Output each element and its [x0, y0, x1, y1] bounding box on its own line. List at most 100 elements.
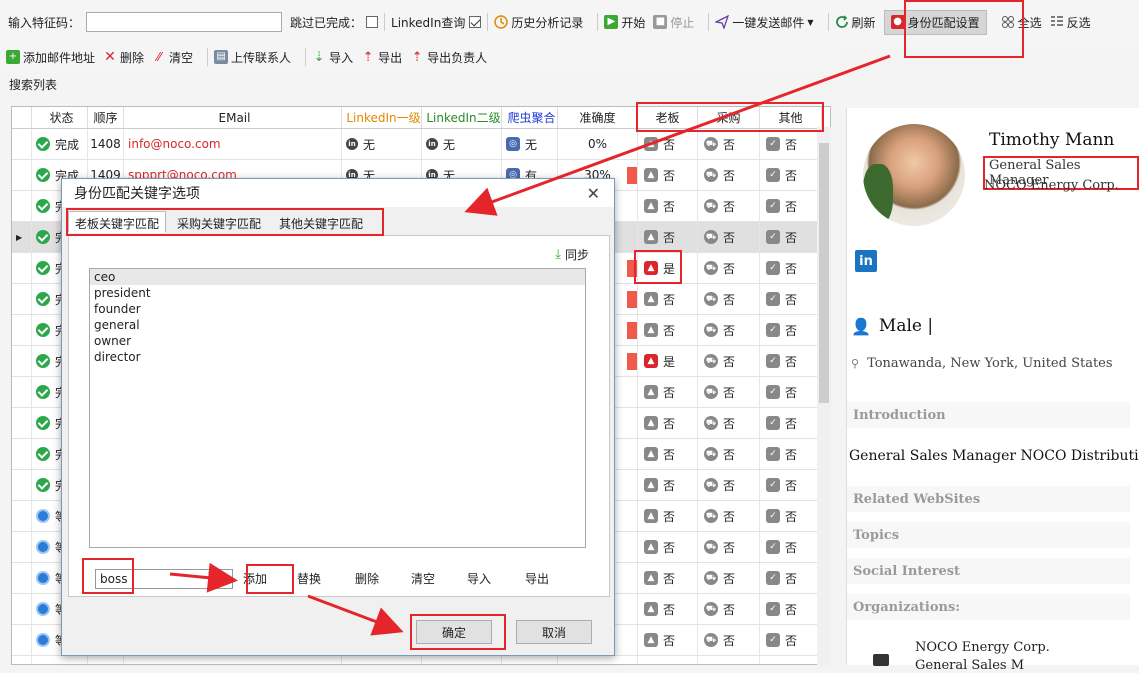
status-pending-icon	[36, 633, 50, 647]
status-done-icon	[36, 323, 50, 337]
boss-cell: 否	[663, 571, 676, 586]
upload-contacts-label: 上传联系人	[231, 50, 292, 65]
start-button[interactable]: ▶ 开始	[604, 14, 645, 31]
header-email[interactable]: EMail	[124, 107, 342, 128]
status-pending-icon	[36, 540, 50, 554]
section-social-interest: Social Interest	[847, 558, 1130, 584]
dialog-title: 身份匹配关键字选项	[74, 186, 200, 202]
select-all-label: 全选	[1017, 15, 1042, 30]
keyword-item[interactable]: president	[90, 285, 585, 301]
export-keywords-button[interactable]: 导出	[525, 570, 549, 587]
email-cell[interactable]: info@noco.com	[124, 129, 342, 159]
identity-match-settings-button[interactable]: ● 身份匹配设置	[883, 9, 987, 35]
keyword-item[interactable]: owner	[90, 333, 585, 349]
header-linkedin-1[interactable]: LinkedIn一级	[342, 107, 422, 128]
boss-cell: 否	[663, 199, 676, 214]
keyword-input[interactable]: boss	[95, 569, 233, 589]
import-keywords-button[interactable]: 导入	[467, 570, 491, 587]
header-seq[interactable]: 顺序	[88, 107, 124, 128]
seq-cell: 1408	[88, 129, 124, 159]
stop-button[interactable]: ■ 停止	[653, 14, 694, 31]
select-all-button[interactable]: 全选	[1001, 14, 1042, 31]
row-pointer-icon: ▶	[16, 232, 23, 242]
boss-cell: 否	[663, 323, 676, 338]
invert-selection-button[interactable]: 反选	[1050, 14, 1091, 31]
clear-label: 清空	[169, 50, 194, 65]
tab-purchase-keywords[interactable]: 采购关键字匹配	[170, 211, 268, 233]
header-accuracy[interactable]: 准确度	[558, 107, 638, 128]
boss-person-icon: ▲	[644, 168, 658, 182]
avatar	[863, 124, 965, 226]
briefcase-icon	[873, 654, 889, 666]
purchase-cell: 否	[723, 354, 736, 369]
replace-keyword-button[interactable]: 替换	[297, 570, 321, 587]
select-all-icon	[1001, 15, 1015, 29]
scrollbar-thumb[interactable]	[819, 143, 829, 403]
header-boss[interactable]: 老板	[638, 107, 698, 128]
panel-splitter[interactable]	[836, 106, 844, 665]
delete-button[interactable]: ✕ 删除	[103, 49, 144, 66]
header-crawler[interactable]: 爬虫聚合	[502, 107, 558, 128]
delete-label: 删除	[120, 50, 145, 65]
linkedin-query-checkbox[interactable]	[469, 16, 482, 28]
other-cell: 否	[785, 385, 798, 400]
table-row[interactable]: 完成 1408 info@noco.com in 无 in 无 ◎ 无 0% ▲ 否 ⛟ 否 ✓ 否	[12, 129, 830, 160]
purchase-cell: 否	[723, 230, 736, 245]
header-other[interactable]: 其他	[760, 107, 822, 128]
import-button[interactable]: ⇣ 导入	[312, 49, 353, 66]
skip-done-checkbox[interactable]	[366, 16, 379, 28]
org-title: General Sales M	[915, 658, 1025, 673]
accuracy-bar	[627, 260, 637, 277]
status-done-icon	[36, 168, 50, 182]
accuracy-bar	[627, 167, 637, 184]
send-mail-label: 一键发送邮件	[732, 15, 805, 30]
identity-match-label: 身份匹配设置	[907, 15, 980, 30]
close-icon[interactable]: ✕	[587, 184, 600, 203]
tab-boss-keywords[interactable]: 老板关键字匹配	[68, 211, 167, 233]
boss-person-icon: ▲	[644, 354, 658, 368]
keyword-item[interactable]: director	[90, 349, 585, 365]
boss-person-icon: ▲	[644, 230, 658, 244]
send-mail-button[interactable]: 一键发送邮件 ▼	[715, 14, 814, 31]
separator	[384, 13, 386, 31]
grid-scrollbar[interactable]	[817, 127, 831, 665]
header-linkedin-2[interactable]: LinkedIn二级	[422, 107, 502, 128]
check-badge-icon: ✓	[766, 447, 780, 461]
status-done-icon	[36, 292, 50, 306]
cancel-button[interactable]: 取消	[516, 620, 592, 644]
stop-icon: ■	[653, 15, 668, 29]
refresh-button[interactable]: 刷新	[835, 14, 876, 31]
header-status[interactable]: 状态	[32, 107, 88, 128]
cart-icon: ⛟	[704, 447, 718, 461]
other-cell: 否	[785, 571, 798, 586]
add-keyword-button[interactable]: 添加	[243, 570, 267, 587]
skip-done-label: 跳过已完成：	[290, 15, 363, 30]
clear-keywords-button[interactable]: 清空	[411, 570, 435, 587]
keyword-item[interactable]: founder	[90, 301, 585, 317]
dialog-titlebar: 身份匹配关键字选项 ✕	[62, 179, 614, 207]
upload-contacts-button[interactable]: ▤ 上传联系人	[214, 49, 291, 66]
boss-cell: 否	[663, 416, 676, 431]
boss-person-icon: ▲	[644, 323, 658, 337]
table-row[interactable]: 等▲否⛟否✓否	[12, 656, 830, 664]
profile-name: Timothy Mann	[989, 130, 1115, 150]
history-button[interactable]: 历史分析记录	[494, 14, 583, 31]
ok-button[interactable]: 确定	[416, 620, 492, 644]
import-label: 导入	[329, 50, 354, 65]
email-cell[interactable]	[124, 656, 342, 664]
linkedin-icon[interactable]: in	[855, 250, 877, 272]
feature-code-input[interactable]	[86, 12, 283, 32]
other-cell: 否	[785, 509, 798, 524]
export-button[interactable]: ⇡ 导出	[361, 49, 402, 66]
sync-button[interactable]: ⤓ 同步	[555, 246, 589, 263]
delete-keyword-button[interactable]: 删除	[355, 570, 379, 587]
clear-button[interactable]: ⁄⁄ 清空	[152, 49, 193, 66]
add-email-button[interactable]: + 添加邮件地址	[6, 49, 95, 66]
tab-other-keywords[interactable]: 其他关键字匹配	[272, 211, 370, 233]
export-owner-button[interactable]: ⇡ 导出负责人	[410, 49, 487, 66]
keyword-list[interactable]: ceo president founder general owner director	[89, 268, 586, 548]
keyword-item[interactable]: ceo	[90, 269, 585, 285]
status-done-icon	[36, 478, 50, 492]
keyword-item[interactable]: general	[90, 317, 585, 333]
header-purchase[interactable]: 采购	[698, 107, 760, 128]
